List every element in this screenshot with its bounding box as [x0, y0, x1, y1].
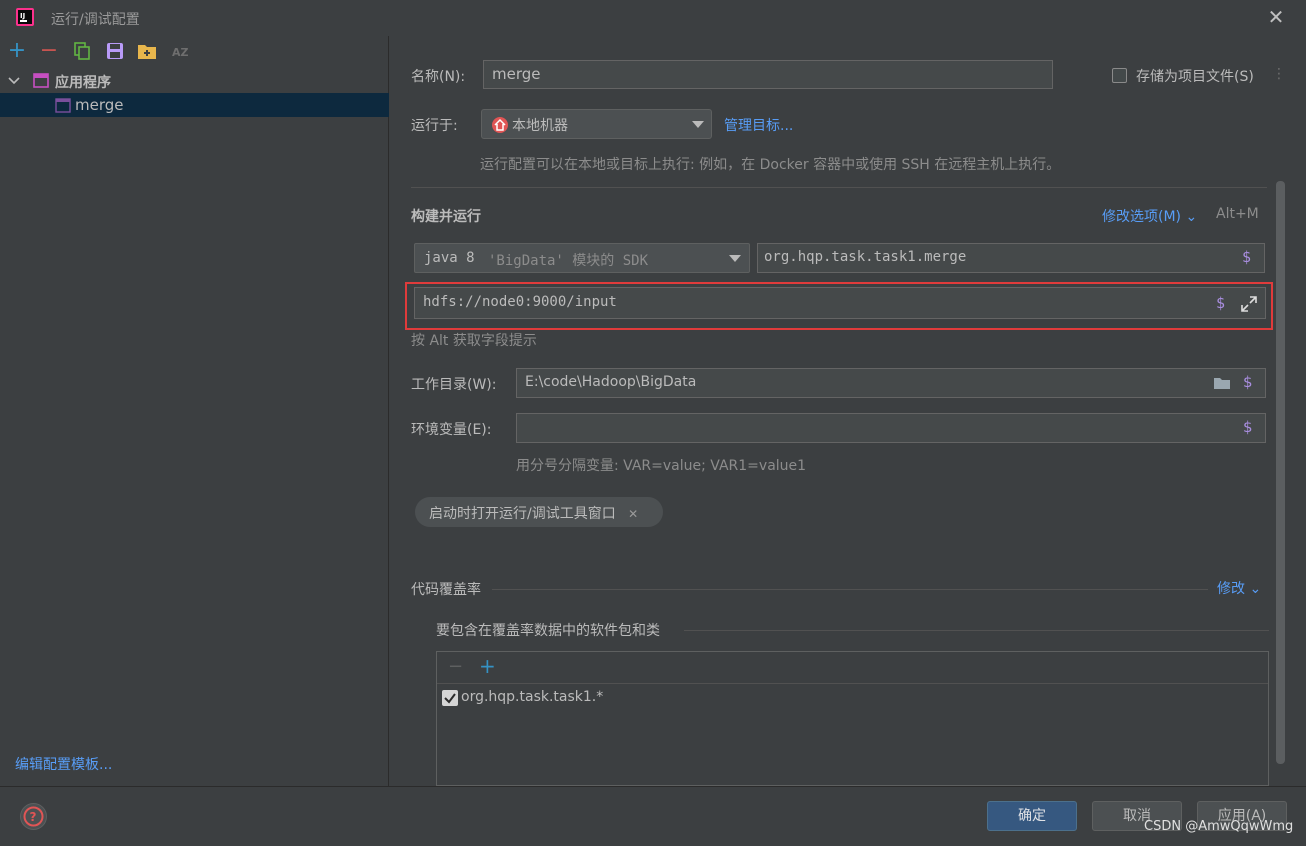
env-label: 环境变量(E):	[411, 422, 492, 438]
intellij-app-icon: IJ	[16, 8, 34, 26]
home-icon	[492, 117, 508, 133]
env-input[interactable]: $	[516, 413, 1266, 443]
divider	[684, 630, 1269, 631]
coverage-item-label: org.hqp.task.task1.*	[461, 689, 604, 705]
title-bar	[0, 0, 1306, 36]
scrollbar[interactable]	[1276, 181, 1285, 764]
edit-config-templates-link[interactable]: 编辑配置模板...	[15, 754, 112, 774]
manage-targets-link[interactable]: 管理目标...	[724, 115, 793, 135]
coverage-modify-label: 修改	[1217, 581, 1245, 597]
check-icon	[444, 693, 456, 704]
coverage-item-checkbox[interactable]	[442, 690, 458, 706]
jdk-java: java 8	[424, 250, 475, 266]
remove-icon[interactable]: −	[448, 656, 463, 677]
application-icon	[33, 73, 49, 88]
more-vertical-icon[interactable]: ⋮	[1272, 66, 1286, 82]
main-class-value: org.hqp.task.task1.merge	[764, 249, 967, 265]
divider	[492, 589, 1208, 590]
run-on-label: 运行于:	[411, 118, 458, 134]
expand-icon[interactable]	[1241, 296, 1257, 312]
name-input[interactable]: merge	[483, 60, 1053, 89]
run-on-select[interactable]: 本地机器	[481, 109, 712, 139]
chip-label: 启动时打开运行/调试工具窗口	[429, 506, 616, 522]
help-button[interactable]: ?	[20, 803, 47, 830]
svg-text:IJ: IJ	[20, 12, 25, 20]
macro-dollar-icon[interactable]: $	[1242, 248, 1251, 266]
new-folder-icon[interactable]	[137, 42, 157, 60]
divider	[411, 187, 1267, 188]
main-class-input[interactable]: org.hqp.task.task1.merge $	[757, 243, 1265, 273]
alt-hint: 按 Alt 获取字段提示	[411, 333, 537, 349]
workdir-value: E:\code\Hadoop\BigData	[525, 374, 697, 390]
config-tree-panel	[0, 36, 389, 786]
svg-text:?: ?	[30, 810, 37, 824]
program-arguments-value: hdfs://node0:9000/input	[423, 294, 617, 310]
coverage-title: 代码覆盖率	[411, 582, 481, 598]
macro-dollar-icon[interactable]: $	[1243, 418, 1253, 436]
sort-az-icon[interactable]: AZ	[170, 42, 190, 60]
run-on-value: 本地机器	[512, 118, 568, 134]
ok-button[interactable]: 确定	[987, 801, 1077, 831]
chip-close-icon[interactable]: ✕	[628, 507, 638, 521]
dropdown-arrow-icon	[692, 121, 704, 128]
coverage-packages-toolbar: − +	[437, 652, 1268, 684]
chevron-down-icon: ⌄	[1249, 581, 1262, 597]
modify-options-shortcut: Alt+M	[1216, 206, 1259, 222]
store-as-project-file-label: 存储为项目文件(S)	[1136, 69, 1254, 85]
chevron-down-icon[interactable]	[8, 76, 20, 86]
jdk-select[interactable]: java 8 'BigData' 模块的 SDK	[414, 243, 750, 273]
jdk-desc: 'BigData' 模块的 SDK	[488, 253, 649, 269]
save-icon[interactable]	[106, 42, 124, 60]
add-icon[interactable]: +	[479, 654, 496, 678]
folder-icon[interactable]	[1213, 376, 1231, 390]
macro-dollar-icon[interactable]: $	[1216, 294, 1225, 312]
add-icon[interactable]: +	[7, 40, 27, 62]
help-icon: ?	[23, 806, 44, 827]
close-icon[interactable]: ✕	[1266, 6, 1286, 28]
svg-text:AZ: AZ	[172, 46, 189, 59]
macro-dollar-icon[interactable]: $	[1243, 373, 1253, 391]
open-tool-window-chip[interactable]: 启动时打开运行/调试工具窗口 ✕	[415, 497, 663, 527]
tree-group-application[interactable]: 应用程序	[0, 69, 389, 93]
tree-item-label: merge	[75, 96, 124, 114]
name-label: 名称(N):	[411, 69, 466, 85]
coverage-modify-link[interactable]: 修改 ⌄	[1217, 578, 1261, 598]
run-on-hint: 运行配置可以在本地或目标上执行: 例如，在 Docker 容器中或使用 SSH …	[480, 157, 1061, 173]
copy-icon[interactable]	[73, 42, 91, 60]
modify-options-link[interactable]: 修改选项(M) ⌄	[1102, 206, 1197, 226]
modify-options-label: 修改选项(M)	[1102, 209, 1182, 225]
program-arguments-input[interactable]: hdfs://node0:9000/input $	[414, 287, 1266, 319]
workdir-label: 工作目录(W):	[411, 377, 497, 393]
window-title: 运行/调试配置	[51, 12, 140, 28]
remove-icon[interactable]: −	[39, 40, 59, 62]
coverage-packages-title: 要包含在覆盖率数据中的软件包和类	[436, 623, 660, 639]
watermark: CSDN @AmwQqwWmg	[1144, 819, 1294, 834]
chevron-down-icon: ⌄	[1185, 209, 1198, 225]
tree-group-label: 应用程序	[55, 75, 111, 91]
build-run-title: 构建并运行	[411, 209, 481, 225]
env-hint: 用分号分隔变量: VAR=value; VAR1=value1	[516, 458, 807, 474]
store-as-project-file-checkbox[interactable]	[1112, 68, 1127, 83]
workdir-input[interactable]: E:\code\Hadoop\BigData $	[516, 368, 1266, 398]
dropdown-arrow-icon	[729, 255, 741, 262]
application-icon	[55, 98, 71, 113]
tree-item-merge[interactable]: merge	[0, 93, 389, 117]
